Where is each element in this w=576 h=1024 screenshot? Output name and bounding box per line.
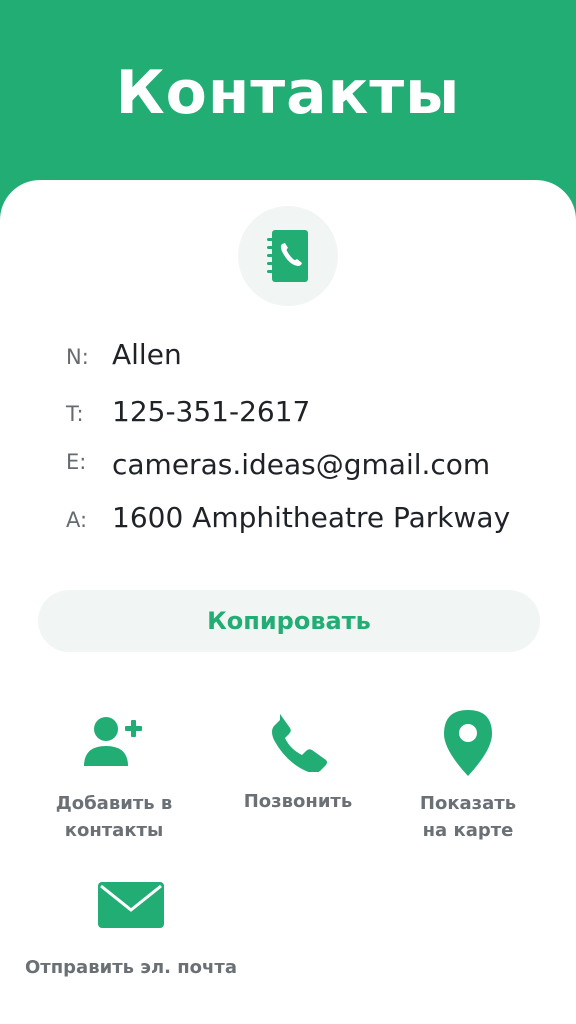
add-contact-label-line1: Добавить в: [55, 793, 173, 814]
email-value: cameras.ideas@gmail.com: [112, 448, 491, 481]
address-value: 1600 Amphitheatre Parkway: [112, 501, 511, 534]
name-row: N: Allen: [0, 338, 576, 378]
contact-book-badge: [238, 206, 338, 306]
location-pin-icon: [444, 710, 492, 776]
call-label: Позвонить: [243, 791, 353, 812]
address-row: A: 1600 Amphitheatre Parkway: [0, 501, 576, 541]
email-row: E: cameras.ideas@gmail.com: [0, 448, 576, 488]
email-label: E:: [66, 450, 87, 474]
contact-book-icon: [267, 230, 308, 282]
address-label: A:: [66, 508, 88, 532]
copy-button[interactable]: Копировать: [38, 590, 540, 652]
map-action[interactable]: Показать на карте: [398, 710, 538, 844]
email-action[interactable]: Отправить эл. почта: [10, 882, 252, 981]
header: Контакты: [0, 0, 576, 200]
name-label: N:: [66, 345, 89, 369]
add-person-icon: [84, 717, 142, 766]
call-action[interactable]: Позвонить: [218, 712, 378, 815]
phone-icon: [272, 714, 327, 772]
phone-value: 125-351-2617: [112, 395, 311, 428]
email-label-text: Отправить эл. почта: [25, 957, 237, 978]
map-label-line2: на карте: [422, 820, 514, 841]
add-contact-action[interactable]: Добавить в контакты: [30, 714, 198, 844]
name-value: Allen: [112, 338, 182, 371]
page-title: Контакты: [115, 58, 461, 128]
map-label-line1: Показать: [419, 793, 517, 814]
add-contact-label-line2: контакты: [64, 820, 164, 841]
phone-label: T:: [66, 402, 84, 426]
envelope-icon: [98, 882, 164, 928]
phone-row: T: 125-351-2617: [0, 395, 576, 435]
